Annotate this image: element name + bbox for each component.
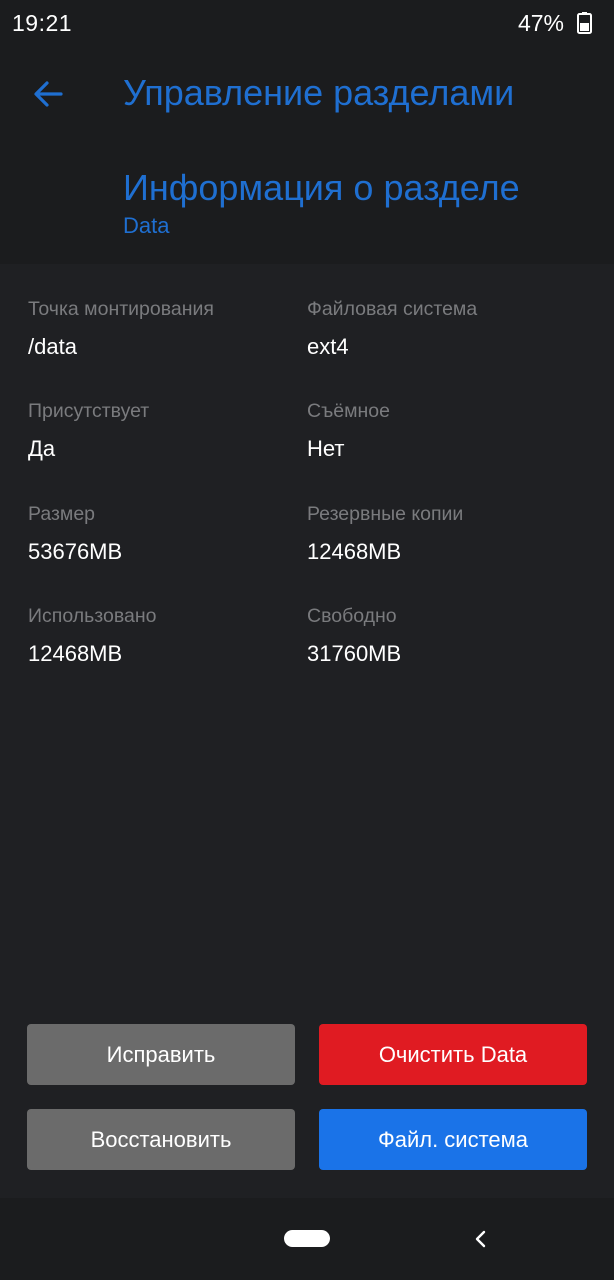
app-title: Управление разделами	[123, 72, 515, 113]
section-title: Информация о разделе	[123, 167, 520, 208]
info-value: ext4	[307, 334, 349, 359]
home-pill-icon[interactable]	[284, 1230, 330, 1247]
repair-button[interactable]: Исправить	[27, 1024, 295, 1085]
info-label: Использовано	[28, 605, 157, 627]
arrow-left-icon[interactable]	[28, 74, 68, 114]
info-value: 53676MB	[28, 539, 123, 564]
wipe-data-button[interactable]: Очистить Data	[319, 1024, 587, 1085]
info-label: Присутствует	[28, 400, 150, 422]
info-free: Свободно 31760MB	[307, 605, 577, 667]
info-mount-point: Точка монтирования /data	[28, 298, 298, 360]
restore-button[interactable]: Восстановить	[27, 1109, 295, 1170]
info-label: Съёмное	[307, 400, 390, 422]
info-value: /data	[28, 334, 77, 359]
info-size: Размер 53676MB	[28, 503, 298, 565]
battery-percent: 47%	[517, 10, 564, 36]
file-system-button[interactable]: Файл. система	[319, 1109, 587, 1170]
navigation-bar	[0, 1198, 614, 1280]
info-value: 12468MB	[28, 641, 123, 666]
battery-icon	[577, 12, 592, 34]
info-value: Нет	[307, 436, 345, 461]
status-bar: 19:21 47%	[0, 0, 614, 48]
info-removable: Съёмное Нет	[307, 400, 577, 462]
status-time: 19:21	[12, 10, 73, 36]
info-label: Точка монтирования	[28, 298, 214, 320]
info-value: 31760MB	[307, 641, 402, 666]
info-present: Присутствует Да	[28, 400, 298, 462]
chevron-left-icon[interactable]	[470, 1228, 490, 1250]
partition-name: Data	[123, 213, 170, 238]
info-label: Свободно	[307, 605, 397, 627]
header: Управление разделами Информация о раздел…	[0, 48, 614, 264]
info-backups: Резервные копии 12468MB	[307, 503, 577, 565]
info-file-system: Файловая система ext4	[307, 298, 577, 360]
info-used: Использовано 12468MB	[28, 605, 298, 667]
info-value: 12468MB	[307, 539, 402, 564]
info-label: Резервные копии	[307, 503, 464, 525]
info-value: Да	[28, 436, 56, 461]
info-label: Файловая система	[307, 298, 478, 320]
info-label: Размер	[28, 503, 96, 525]
